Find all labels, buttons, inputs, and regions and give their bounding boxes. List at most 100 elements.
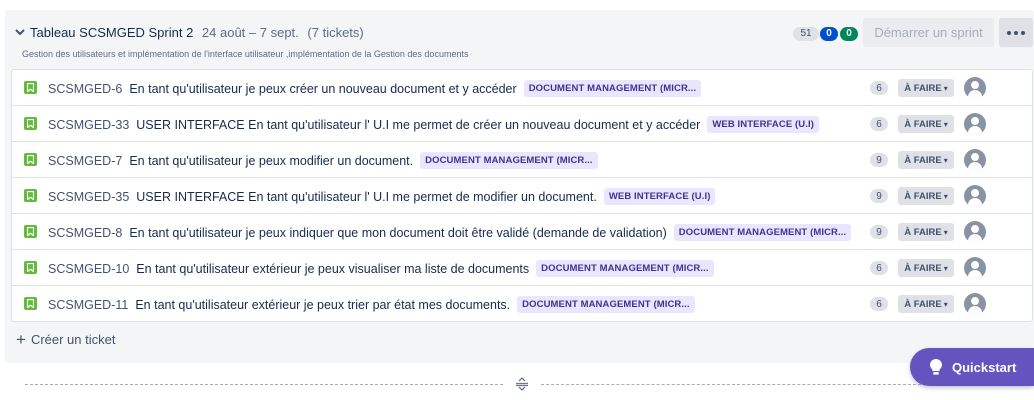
issue-row[interactable]: SCSMGED-6 En tant qu'utilisateur je peux… — [12, 70, 1032, 106]
status-dropdown[interactable]: À FAIRE ▾ — [898, 115, 954, 133]
plus-icon: + — [16, 329, 26, 349]
epic-lozenge[interactable]: DOCUMENT MANAGEMENT (MICR... — [523, 80, 702, 97]
status-label: À FAIRE — [904, 190, 942, 202]
issue-row[interactable]: SCSMGED-7 En tant qu'utilisateur je peux… — [12, 142, 1032, 178]
status-dropdown[interactable]: À FAIRE ▾ — [898, 151, 954, 169]
unassigned-avatar-icon[interactable] — [964, 185, 986, 207]
story-icon — [24, 297, 37, 310]
status-label: À FAIRE — [904, 262, 942, 274]
quickstart-label: Quickstart — [952, 359, 1017, 375]
issue-key[interactable]: SCSMGED-7 — [48, 154, 122, 168]
unassigned-avatar-icon[interactable] — [964, 113, 986, 135]
unassigned-avatar-icon[interactable] — [964, 149, 986, 171]
more-icon[interactable] — [999, 18, 1033, 47]
issue-key[interactable]: SCSMGED-11 — [48, 298, 128, 312]
epic-lozenge[interactable]: WEB INTERFACE (U.I) — [707, 116, 819, 133]
sprint-dates: 24 août – 7 sept. — [201, 25, 299, 40]
issue-summary[interactable]: En tant qu'utilisateur je peux créer un … — [129, 82, 516, 96]
points-done-badge: 0 — [840, 27, 858, 41]
create-ticket-button[interactable]: + Créer un ticket — [16, 328, 115, 350]
status-dropdown[interactable]: À FAIRE ▾ — [898, 259, 954, 277]
issue-text: SCSMGED-33 USER INTERFACE En tant qu'uti… — [48, 116, 819, 133]
status-label: À FAIRE — [904, 82, 942, 94]
chevron-down-icon: ▾ — [943, 191, 948, 201]
story-icon — [24, 261, 37, 274]
story-icon — [24, 225, 37, 238]
unassigned-avatar-icon[interactable] — [964, 293, 986, 315]
epic-lozenge[interactable]: WEB INTERFACE (U.I) — [603, 188, 716, 205]
story-points-badge: 9 — [870, 153, 888, 167]
chevron-down-icon: ▾ — [943, 119, 948, 129]
issue-row[interactable]: SCSMGED-11 En tant qu'utilisateur extéri… — [12, 286, 1032, 321]
status-label: À FAIRE — [904, 226, 942, 238]
sprint-panel: Tableau SCSMGED Sprint 2 24 août – 7 sep… — [5, 10, 1034, 363]
issue-summary[interactable]: En tant qu'utilisateur je peux indiquer … — [129, 226, 666, 240]
status-label: À FAIRE — [904, 298, 942, 310]
points-todo-badge: 51 — [793, 27, 819, 41]
issue-summary[interactable]: USER INTERFACE En tant qu'utilisateur l'… — [136, 118, 700, 132]
story-icon — [24, 189, 37, 202]
issue-text: SCSMGED-7 En tant qu'utilisateur je peux… — [48, 152, 598, 169]
issue-list: SCSMGED-6 En tant qu'utilisateur je peux… — [11, 69, 1033, 322]
status-dropdown[interactable]: À FAIRE ▾ — [898, 187, 954, 205]
issue-text: SCSMGED-35 USER INTERFACE En tant qu'uti… — [48, 188, 716, 205]
quickstart-button[interactable]: Quickstart — [910, 348, 1034, 386]
sprint-header: Tableau SCSMGED Sprint 2 24 août – 7 sep… — [5, 10, 1034, 66]
status-label: À FAIRE — [904, 118, 942, 130]
unassigned-avatar-icon[interactable] — [964, 257, 986, 279]
issue-row[interactable]: SCSMGED-33 USER INTERFACE En tant qu'uti… — [12, 106, 1032, 142]
issue-key[interactable]: SCSMGED-10 — [48, 262, 129, 276]
issue-row[interactable]: SCSMGED-8 En tant qu'utilisateur je peux… — [12, 214, 1032, 250]
sprint-title: Tableau SCSMGED Sprint 2 24 août – 7 sep… — [30, 25, 364, 40]
create-ticket-label: Créer un ticket — [30, 331, 116, 347]
start-sprint-button[interactable]: Démarrer un sprint — [863, 18, 994, 47]
divider-left — [25, 384, 503, 385]
issue-text: SCSMGED-10 En tant qu'utilisateur extéri… — [48, 260, 714, 277]
issue-summary[interactable]: USER INTERFACE En tant qu'utilisateur l'… — [136, 190, 597, 204]
issue-text: SCSMGED-11 En tant qu'utilisateur extéri… — [48, 296, 695, 313]
chevron-down-icon: ▾ — [943, 263, 948, 273]
issue-summary[interactable]: En tant qu'utilisateur extérieur je peux… — [136, 262, 529, 276]
story-points-badge: 9 — [870, 225, 888, 239]
story-icon — [24, 153, 37, 166]
epic-lozenge[interactable]: DOCUMENT MANAGEMENT (MICR... — [673, 224, 852, 241]
chevron-down-icon[interactable] — [15, 27, 25, 37]
epic-lozenge[interactable]: DOCUMENT MANAGEMENT (MICR... — [420, 152, 598, 169]
lightbulb-icon — [930, 359, 942, 375]
issue-summary[interactable]: En tant qu'utilisateur extérieur je peux… — [135, 298, 510, 312]
unassigned-avatar-icon[interactable] — [964, 77, 986, 99]
chevron-down-icon: ▾ — [943, 227, 948, 237]
unassigned-avatar-icon[interactable] — [964, 221, 986, 243]
story-points-badge: 9 — [870, 189, 888, 203]
story-icon — [24, 117, 37, 130]
sprint-goal: Gestion des utilisateurs et implémentati… — [22, 49, 469, 59]
points-in-progress-badge: 0 — [820, 27, 838, 41]
story-points-badge: 6 — [870, 261, 888, 275]
issue-text: SCSMGED-8 En tant qu'utilisateur je peux… — [48, 224, 852, 241]
chevron-down-icon: ▾ — [943, 155, 948, 165]
issue-summary[interactable]: En tant qu'utilisateur je peux modifier … — [129, 154, 413, 168]
issue-text: SCSMGED-6 En tant qu'utilisateur je peux… — [48, 80, 702, 97]
epic-lozenge[interactable]: DOCUMENT MANAGEMENT (MICR... — [536, 260, 714, 277]
story-points-badge: 6 — [870, 117, 888, 131]
resize-handle-icon[interactable] — [514, 377, 530, 391]
status-dropdown[interactable]: À FAIRE ▾ — [898, 295, 954, 313]
issue-key[interactable]: SCSMGED-6 — [48, 82, 122, 96]
issue-row[interactable]: SCSMGED-35 USER INTERFACE En tant qu'uti… — [12, 178, 1032, 214]
story-points-badge: 6 — [870, 297, 888, 311]
issue-key[interactable]: SCSMGED-33 — [48, 118, 129, 132]
issue-key[interactable]: SCSMGED-8 — [48, 226, 122, 240]
issue-row[interactable]: SCSMGED-10 En tant qu'utilisateur extéri… — [12, 250, 1032, 286]
epic-lozenge[interactable]: DOCUMENT MANAGEMENT (MICR... — [517, 296, 695, 313]
status-label: À FAIRE — [904, 154, 942, 166]
status-dropdown[interactable]: À FAIRE ▾ — [898, 79, 954, 97]
status-dropdown[interactable]: À FAIRE ▾ — [898, 223, 954, 241]
issue-key[interactable]: SCSMGED-35 — [48, 190, 129, 204]
story-points-badge: 6 — [870, 81, 888, 95]
sprint-ticket-count: (7 tickets) — [307, 25, 364, 40]
chevron-down-icon: ▾ — [943, 83, 948, 93]
sprint-name[interactable]: Tableau SCSMGED Sprint 2 — [30, 25, 193, 40]
divider-right — [541, 384, 921, 385]
chevron-down-icon: ▾ — [943, 299, 948, 309]
story-icon — [24, 81, 37, 94]
